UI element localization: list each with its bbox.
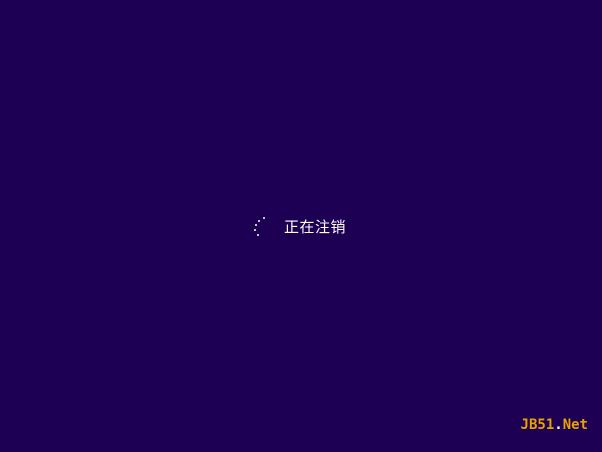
loading-dots-icon bbox=[250, 215, 270, 239]
spinner-dot bbox=[263, 217, 265, 219]
site-watermark: JB51.Net bbox=[521, 418, 588, 432]
spinner-dot bbox=[257, 234, 259, 236]
watermark-part-b: . bbox=[554, 417, 563, 433]
watermark-part-a: JB51 bbox=[520, 417, 555, 433]
signout-status: 正在注销 bbox=[250, 214, 346, 240]
spinner-dot bbox=[255, 224, 257, 226]
spinner-dot bbox=[258, 220, 260, 222]
signout-screen: 正在注销 JB51.Net bbox=[0, 0, 602, 452]
watermark-part-c: Net bbox=[562, 417, 588, 433]
spinner-dot bbox=[254, 229, 256, 231]
signout-status-text: 正在注销 bbox=[284, 217, 347, 236]
